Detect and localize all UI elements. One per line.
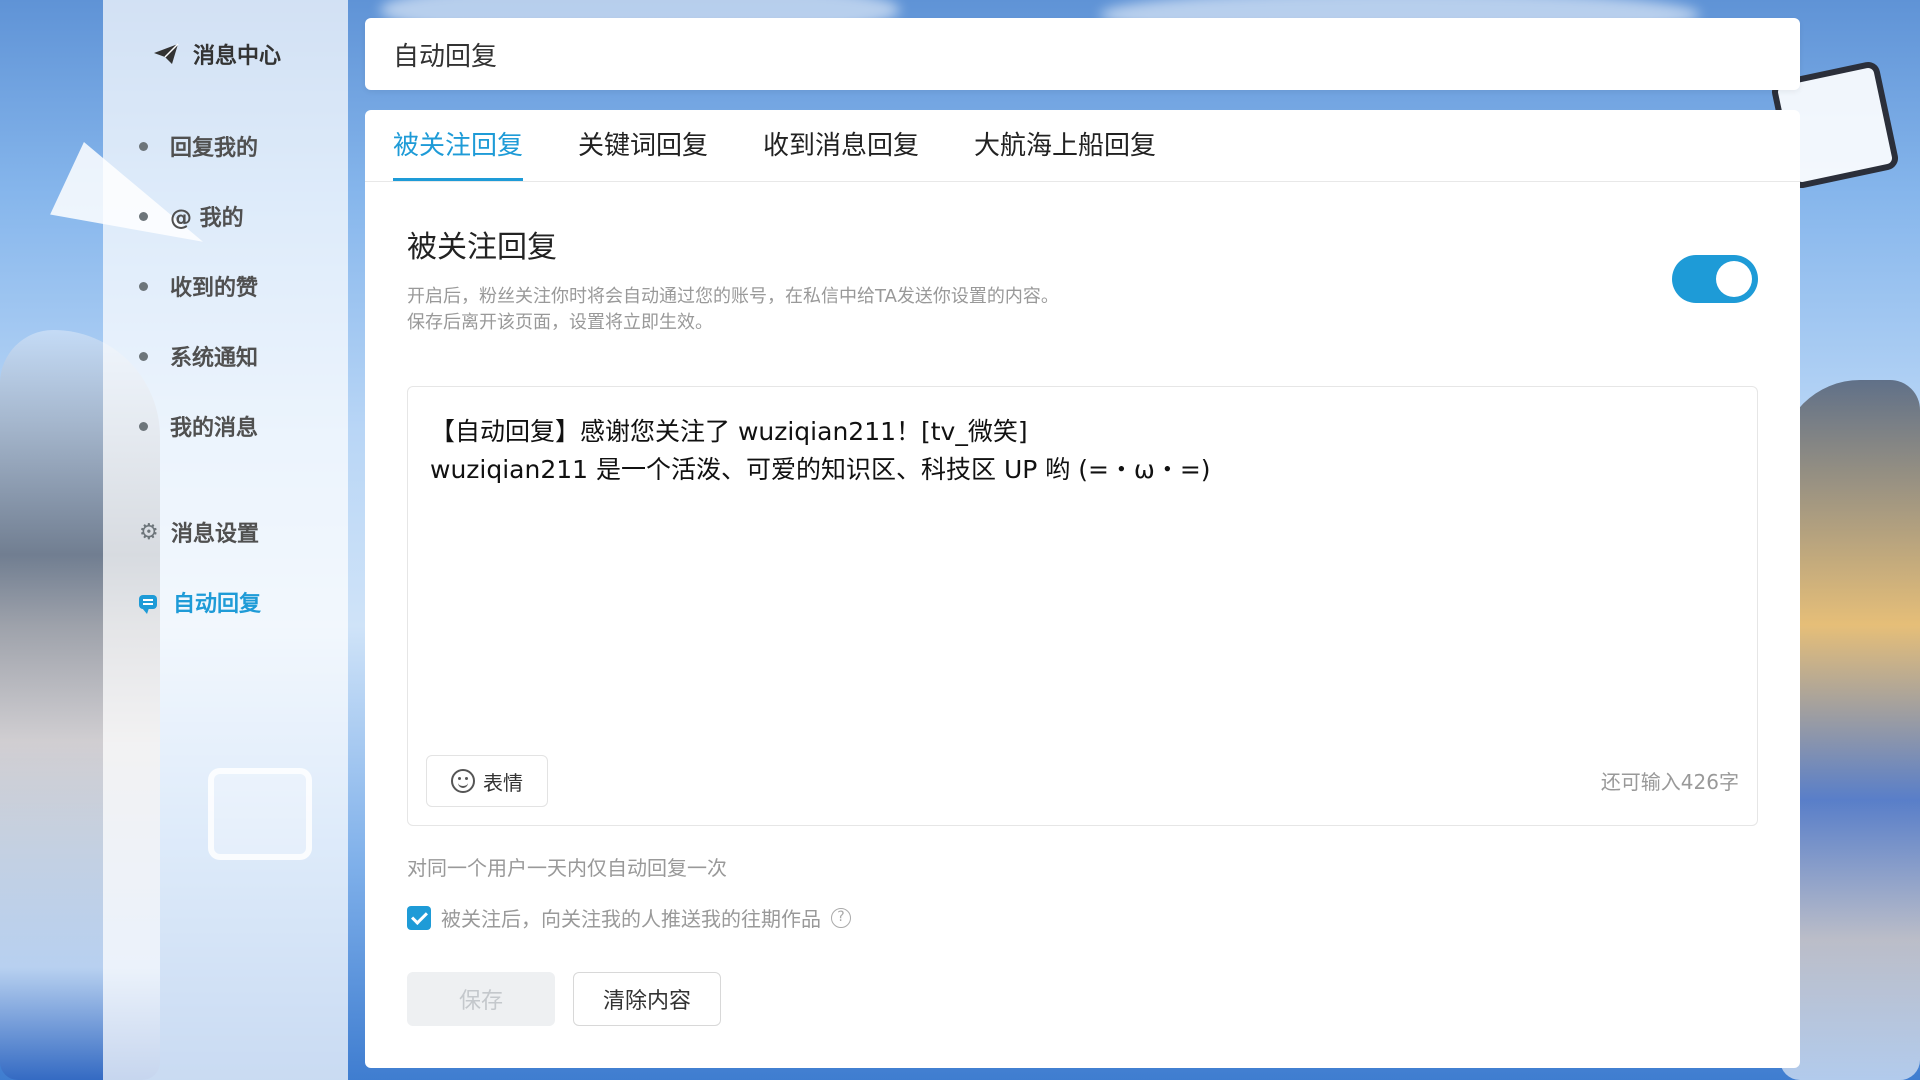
sidebar-title: 消息中心: [153, 38, 281, 70]
push-works-checkbox[interactable]: [407, 905, 431, 930]
gear-icon: ⚙: [139, 519, 159, 545]
sidebar: 消息中心 回复我的 @ 我的 收到的赞 系统通知 我的消息 ⚙ 消息设置 自动回…: [103, 0, 348, 1080]
description-line: 开启后，粉丝关注你时将会自动通过您的账号，在私信中给TA发送你设置的内容。: [407, 286, 1059, 307]
sidebar-item-replies[interactable]: 回复我的: [139, 130, 258, 162]
sidebar-item-label: 回复我的: [170, 136, 259, 161]
sidebar-item-auto-reply[interactable]: 自动回复: [139, 586, 261, 618]
help-icon[interactable]: ?: [831, 907, 851, 928]
remaining-chars: 还可输入426字: [1600, 770, 1739, 794]
reply-editor[interactable]: 【自动回复】感谢您关注了 wuziqian211！[tv_微笑] wuziqia…: [407, 386, 1758, 826]
reply-content-text[interactable]: 【自动回复】感谢您关注了 wuziqian211！[tv_微笑] wuziqia…: [430, 413, 1735, 489]
page-title: 自动回复: [393, 41, 498, 72]
tab-keyword-reply[interactable]: 关键词回复: [578, 125, 708, 181]
sidebar-item-label: 自动回复: [173, 592, 262, 617]
emoji-button-label: 表情: [483, 770, 523, 795]
smile-icon: [451, 769, 475, 793]
section-title: 被关注回复: [407, 230, 557, 265]
chat-bubble-icon: [139, 595, 157, 614]
clear-content-button[interactable]: 清除内容: [573, 972, 721, 1026]
sidebar-item-label: 消息设置: [171, 522, 260, 547]
section-description: 开启后，粉丝关注你时将会自动通过您的账号，在私信中给TA发送你设置的内容。 保存…: [407, 284, 1059, 336]
sidebar-item-label: @ 我的: [170, 206, 244, 231]
sidebar-item-my-messages[interactable]: 我的消息: [139, 410, 258, 442]
save-button[interactable]: 保存: [407, 972, 555, 1026]
sidebar-item-likes[interactable]: 收到的赞: [139, 270, 258, 302]
auto-reply-card: 被关注回复 关键词回复 收到消息回复 大航海上船回复 被关注回复 开启后，粉丝关…: [365, 110, 1800, 1068]
tab-follow-reply[interactable]: 被关注回复: [393, 125, 524, 181]
paper-plane-icon: [154, 43, 179, 64]
tab-bar: 被关注回复 关键词回复 收到消息回复 大航海上船回复: [365, 110, 1800, 182]
tab-guard-reply[interactable]: 大航海上船回复: [974, 125, 1156, 181]
bullet-icon: [139, 281, 148, 291]
bullet-icon: [139, 351, 148, 361]
push-works-option: 被关注后，向关注我的人推送我的往期作品 ?: [407, 903, 851, 932]
bullet-icon: [139, 141, 148, 151]
frequency-note: 对同一个用户一天内仅自动回复一次: [407, 856, 727, 880]
emoji-button[interactable]: 表情: [426, 755, 548, 807]
sidebar-item-label: 系统通知: [170, 346, 259, 371]
push-works-label: 被关注后，向关注我的人推送我的往期作品: [441, 907, 821, 931]
enable-toggle[interactable]: [1672, 255, 1758, 303]
sidebar-item-mentions[interactable]: @ 我的: [139, 200, 244, 232]
bullet-icon: [139, 421, 148, 431]
toggle-knob: [1716, 261, 1752, 297]
sidebar-item-system-notices[interactable]: 系统通知: [139, 340, 258, 372]
sidebar-item-message-settings[interactable]: ⚙ 消息设置: [139, 516, 259, 548]
tab-message-reply[interactable]: 收到消息回复: [763, 125, 919, 181]
bullet-icon: [139, 211, 148, 221]
sidebar-title-text: 消息中心: [193, 44, 282, 69]
page-header: 自动回复: [365, 18, 1800, 90]
sidebar-item-label: 我的消息: [170, 416, 259, 441]
sidebar-item-label: 收到的赞: [170, 276, 259, 301]
background-character-right: [1780, 380, 1920, 1080]
description-line: 保存后离开该页面，设置将立即生效。: [407, 312, 713, 333]
